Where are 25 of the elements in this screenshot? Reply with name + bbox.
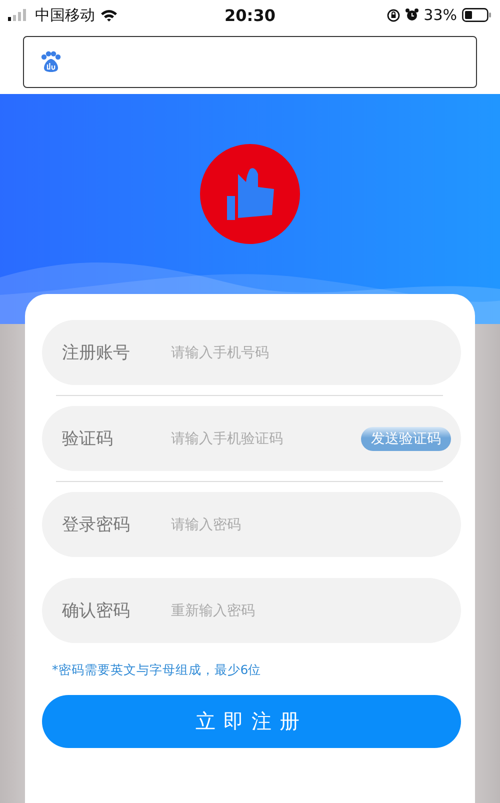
status-time: 20:30 [224,6,276,24]
field-label: 注册账号 [62,342,131,364]
input-field[interactable]: 请输入手机号码 [169,344,451,362]
form-field[interactable]: 验证码 请输入手机验证码 发送验证码 [42,406,461,471]
battery-icon [462,8,492,22]
field-label: 确认密码 [62,600,131,622]
battery-percent: 33% [424,6,457,24]
rotation-lock-icon [386,8,400,22]
register-button[interactable]: 立即注册 [42,695,461,748]
input-field[interactable]: 重新输入密码 [169,602,451,620]
field-label: 验证码 [62,428,114,450]
carrier-name: 中国移动 [35,6,95,24]
address-bar[interactable] [23,36,477,88]
form-field[interactable]: 登录密码 请输入密码 [42,492,461,557]
thumbs-up-logo-icon [200,144,300,244]
paw-logo-icon [40,51,62,73]
password-hint: *密码需要英文与字母组成，最少6位 [51,662,262,679]
form-field[interactable]: 注册账号 请输入手机号码 [42,320,461,385]
field-label: 登录密码 [62,514,131,536]
alarm-icon [404,8,419,22]
input-field[interactable]: 请输入手机验证码 [169,430,361,448]
input-field[interactable]: 请输入密码 [169,516,451,534]
form-field[interactable]: 确认密码 重新输入密码 [42,578,461,643]
wifi-icon [100,8,118,22]
send-code-button[interactable]: 发送验证码 [361,426,451,450]
